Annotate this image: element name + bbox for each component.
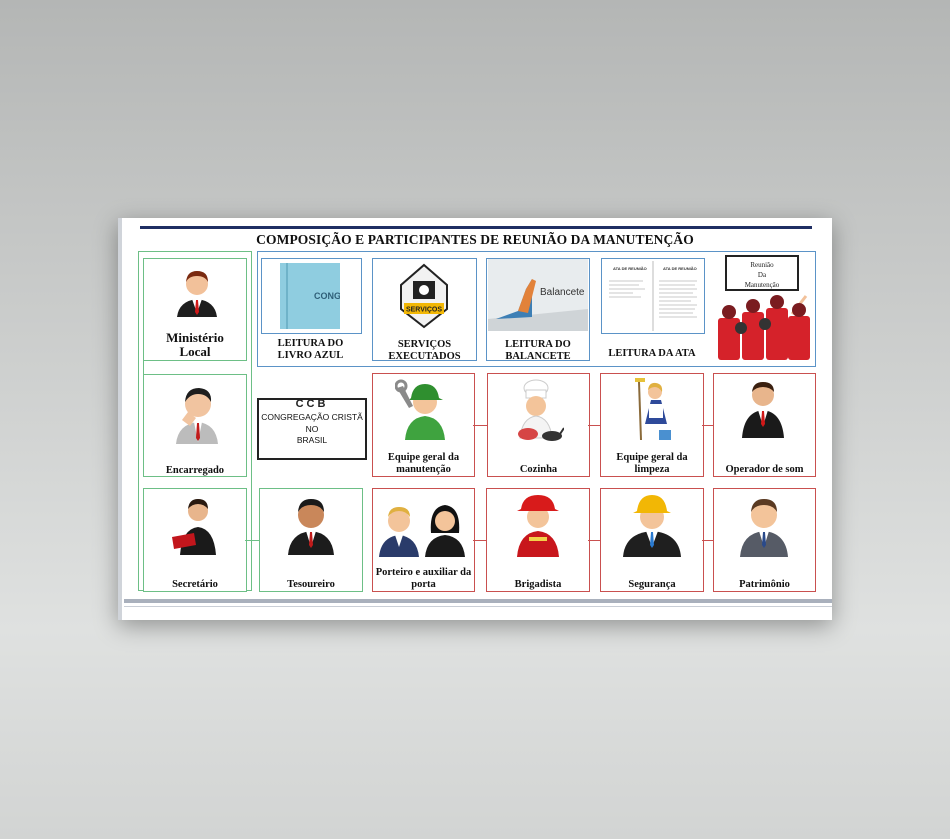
chef-icon [518,379,564,441]
bottom-bar-thin [124,606,832,607]
blue-book-image: CONG [280,263,340,329]
bottom-bar [124,599,832,603]
card-cozinha: Cozinha [487,373,590,477]
label-ministerio-local: Ministério Local [166,330,224,359]
man-thinking-icon [176,388,218,444]
label-encarregado: Encarregado [165,465,225,476]
label-ata: LEITURA DA ATA [608,348,696,359]
label-seguranca: Segurança [628,579,676,590]
label-porteiro: Porteiro e auxiliar da porta [375,567,472,590]
label-equipe-limpeza: Equipe geral da limpeza [616,452,688,475]
security-guard-icon [623,495,681,557]
red-connector-6 [702,540,713,541]
services-badge-icon: SERVIÇOS [400,263,448,329]
card-ministerio-local: Ministério Local [143,258,247,361]
label-patrimonio: Patrimônio [739,579,790,590]
svg-text:Manutenção: Manutenção [745,281,780,289]
card-equipe-manutencao: Equipe geral da manutenção [372,373,475,477]
label-cozinha: Cozinha [519,464,558,475]
title-rule [140,226,812,229]
firefighter-icon [517,495,559,557]
label-equipe-manutencao: Equipe geral da manutenção [387,452,460,475]
ccb-logo-acronym: CCB [295,398,329,410]
svg-text:ATA DE REUNIÃO: ATA DE REUNIÃO [613,266,647,271]
svg-text:Reunião: Reunião [750,261,774,269]
red-connector-5 [588,540,600,541]
card-patrimonio: Patrimônio [713,488,816,592]
red-connector-1 [473,425,487,426]
svg-text:CONG: CONG [314,291,340,301]
card-seguranca: Segurança [600,488,704,592]
porter-couple-icon [379,505,465,557]
man-suit-icon-2 [742,382,784,438]
ccb-logo: CCB CONGREGAÇÃO CRISTÃ NO BRASIL [257,398,367,460]
page-title: COMPOSIÇÃO E PARTICIPANTES DE REUNIÃO DA… [256,232,694,247]
slide: COMPOSIÇÃO E PARTICIPANTES DE REUNIÃO DA… [118,218,832,620]
label-brigadista: Brigadista [514,579,562,590]
label-livro-azul: LEITURA DO LIVRO AZUL [277,338,344,361]
ccb-logo-line1: CONGREGAÇÃO CRISTÃ [261,412,363,422]
meeting-minutes-image: ATA DE REUNIÃO ATA DE REUNIÃO [603,261,703,331]
man-suit-icon-4 [740,499,788,557]
meeting-audience-image: Reunião Da Manutenção [718,255,810,360]
card-secretario: Secretário [143,488,247,592]
label-servicos: SERVIÇOS EXECUTADOS [388,339,461,362]
ccb-logo-line2: NO [305,424,319,434]
card-balancete: Balancete LEITURA DO BALANCETE [486,258,590,362]
green-connector-2 [245,540,259,541]
man-suit-icon [177,271,217,317]
label-secretario: Secretário [172,579,218,590]
label-tesoureiro: Tesoureiro [287,579,335,590]
red-connector-3 [702,425,713,426]
svg-text:Balancete: Balancete [540,287,585,298]
card-porteiro: Porteiro e auxiliar da porta [372,488,475,592]
card-tesoureiro: Tesoureiro [259,488,363,592]
cleaning-lady-icon [635,378,671,441]
svg-text:ATA DE REUNIÃO: ATA DE REUNIÃO [663,266,697,271]
man-reading-icon [172,499,216,555]
card-equipe-limpeza: Equipe geral da limpeza [600,373,704,477]
card-servicos: SERVIÇOS SERVIÇOS EXECUTADOS [372,258,477,362]
card-livro-azul: CONG [261,258,362,334]
red-connector-4 [473,540,486,541]
card-encarregado: Encarregado [143,374,247,477]
svg-text:Da: Da [758,271,767,279]
svg-text:SERVIÇOS: SERVIÇOS [406,307,442,314]
card-ata: ATA DE REUNIÃO ATA DE REUNIÃO [601,258,705,334]
ccb-logo-line3: BRASIL [296,435,328,445]
man-suit-icon-3 [288,499,334,555]
maintenance-worker-icon [395,379,445,440]
label-balancete: LEITURA DO BALANCETE [505,339,571,362]
card-operador-som: Operador de som [713,373,816,477]
card-brigadista: Brigadista [486,488,590,592]
balance-sheet-image: Balancete [488,259,588,331]
label-operador-som: Operador de som [725,464,804,475]
red-connector-2 [588,425,600,426]
